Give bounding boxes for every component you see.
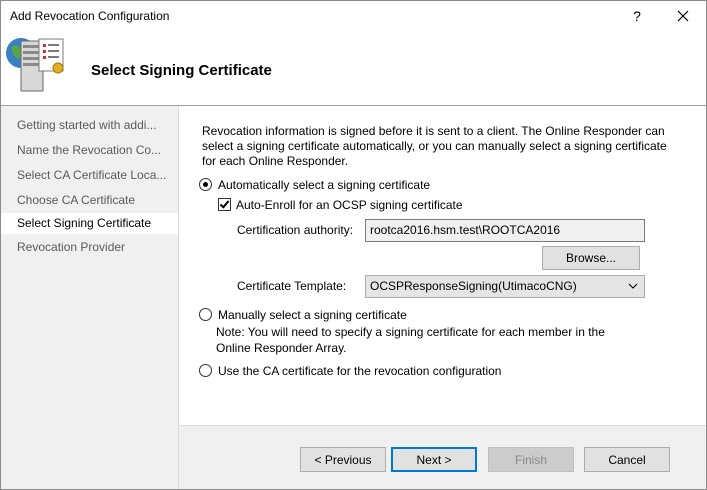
sidebar-item-select-ca-location[interactable]: Select CA Certificate Loca...	[1, 165, 178, 186]
help-button[interactable]: ?	[614, 1, 660, 31]
auto-select-radio[interactable]	[199, 178, 212, 191]
auto-select-label[interactable]: Automatically select a signing certifica…	[218, 178, 430, 192]
sidebar-item-select-signing-certificate[interactable]: Select Signing Certificate	[1, 213, 178, 234]
manual-select-radio[interactable]	[199, 308, 212, 321]
ca-label: Certification authority:	[237, 223, 354, 237]
window-title: Add Revocation Configuration	[10, 9, 170, 23]
sidebar-item-choose-ca-certificate[interactable]: Choose CA Certificate	[1, 190, 178, 211]
template-select[interactable]: OCSPResponseSigning(UtimacoCNG)	[365, 275, 645, 298]
finish-button[interactable]: Finish	[488, 447, 574, 472]
auto-enroll-label[interactable]: Auto-Enroll for an OCSP signing certific…	[236, 198, 463, 212]
cancel-button[interactable]: Cancel	[584, 447, 670, 472]
wizard-header: Select Signing Certificate	[1, 31, 706, 105]
ca-cert-label[interactable]: Use the CA certificate for the revocatio…	[218, 364, 501, 378]
sidebar-item-revocation-provider[interactable]: Revocation Provider	[1, 237, 178, 258]
dialog-window: Add Revocation Configuration ? Select Si…	[0, 0, 707, 490]
previous-button[interactable]: < Previous	[300, 447, 386, 472]
sidebar-item-getting-started[interactable]: Getting started with addi...	[1, 115, 178, 136]
browse-button[interactable]: Browse...	[542, 246, 640, 270]
auto-enroll-checkbox[interactable]	[218, 198, 231, 211]
template-label: Certificate Template:	[237, 279, 347, 293]
manual-select-label[interactable]: Manually select a signing certificate	[218, 308, 407, 322]
certificate-server-icon	[6, 38, 64, 92]
checkmark-icon	[219, 198, 230, 209]
manual-note: Note: You will need to specify a signing…	[216, 325, 605, 355]
chevron-down-icon	[628, 283, 638, 289]
close-icon	[677, 10, 689, 22]
ca-cert-radio[interactable]	[199, 364, 212, 377]
template-select-value: OCSPResponseSigning(UtimacoCNG)	[370, 279, 577, 293]
ca-field[interactable]: rootca2016.hsm.test\ROOTCA2016	[365, 219, 645, 242]
close-button[interactable]	[660, 1, 706, 31]
next-button[interactable]: Next >	[391, 447, 477, 472]
description-text: Revocation information is signed before …	[202, 124, 667, 168]
sidebar-item-name-revocation[interactable]: Name the Revocation Co...	[1, 140, 178, 161]
page-title: Select Signing Certificate	[91, 62, 272, 79]
wizard-steps-sidebar: Getting started with addi... Name the Re…	[1, 106, 178, 489]
title-bar: Add Revocation Configuration ?	[1, 1, 706, 31]
